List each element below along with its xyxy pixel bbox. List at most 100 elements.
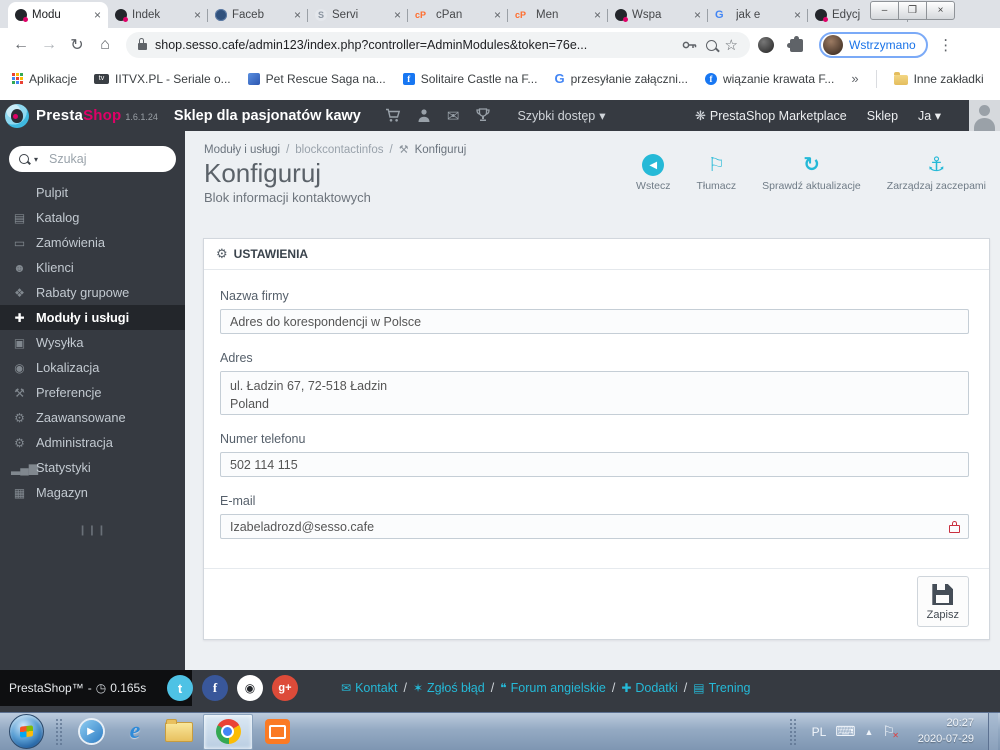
sidebar-item-zaawansowane[interactable]: ⚙ Zaawansowane	[0, 405, 185, 430]
action-center-flag-icon[interactable]: ⚐	[882, 723, 898, 740]
password-key-icon[interactable]	[682, 38, 698, 52]
sidebar-item-statystyki[interactable]: ▂▄▆ Statystyki	[0, 455, 185, 480]
company-name-input[interactable]	[220, 309, 969, 334]
sidebar-item-lokalizacja[interactable]: ◉ Lokalizacja	[0, 355, 185, 380]
back-icon[interactable]: ←	[8, 36, 34, 54]
tab-google-search[interactable]: jak e ×	[708, 2, 808, 28]
tab-close-icon[interactable]: ×	[94, 9, 101, 21]
bookmark-attachments[interactable]: G przesyłanie załączni...	[554, 71, 688, 86]
tab-wspa[interactable]: Wspa ×	[608, 2, 708, 28]
reload-icon[interactable]: ↻	[64, 35, 90, 55]
tab-close-icon[interactable]: ×	[794, 9, 801, 21]
forward-icon[interactable]: →	[36, 36, 62, 54]
sidebar-item-rabaty[interactable]: ❖ Rabaty grupowe	[0, 280, 185, 305]
bookmark-tie[interactable]: wiązanie krawata F...	[704, 72, 834, 86]
restore-button[interactable]: ❐	[898, 1, 927, 20]
breadcrumb-separator: /	[389, 143, 393, 156]
sidebar-item-administracja[interactable]: ⚙ Administracja	[0, 430, 185, 455]
tab-menu[interactable]: Men ×	[508, 2, 608, 28]
bookmark-apps[interactable]: Aplikacje	[12, 72, 77, 86]
xampp-button[interactable]	[257, 715, 297, 749]
sidebar-item-magazyn[interactable]: ▦ Magazyn	[0, 480, 185, 505]
chrome-button-active[interactable]	[203, 713, 253, 750]
tab-service[interactable]: Servi ×	[308, 2, 408, 28]
forum-link[interactable]: ❝ Forum angielskie	[500, 681, 606, 695]
marketplace-link[interactable]: ❋ PrestaShop Marketplace	[695, 108, 847, 124]
bookmarks-overflow-icon[interactable]: »	[851, 71, 858, 86]
other-bookmarks[interactable]: Inne zakładki	[893, 71, 984, 86]
minimize-button[interactable]: –	[870, 1, 899, 20]
secure-lock-icon[interactable]	[138, 38, 147, 50]
tab-facebook[interactable]: Faceb ×	[208, 2, 308, 28]
zoom-icon[interactable]	[705, 39, 717, 51]
user-menu[interactable]: Ja ▾	[918, 108, 941, 123]
translate-button[interactable]: ⚐ Tłumacz	[696, 153, 736, 193]
sidebar-item-pulpit[interactable]: Pulpit	[0, 180, 185, 205]
tab-close-icon[interactable]: ×	[294, 9, 301, 21]
manage-hooks-button[interactable]: ⚓ Zarządzaj zaczepami	[887, 153, 986, 192]
sidebar-item-zamowienia[interactable]: ▭ Zamówienia	[0, 230, 185, 255]
tab-index[interactable]: Indek ×	[108, 2, 208, 28]
tray-expand-icon[interactable]: ▲	[865, 727, 874, 737]
check-updates-button[interactable]: ↻ Sprawdź aktualizacje	[762, 153, 861, 192]
browser-menu-icon[interactable]: ⋮	[936, 36, 956, 54]
save-button[interactable]: Zapisz	[916, 576, 969, 627]
bookmark-pet-rescue[interactable]: Pet Rescue Saga na...	[247, 72, 386, 86]
tab-close-icon[interactable]: ×	[394, 9, 401, 21]
user-avatar[interactable]	[969, 100, 1000, 131]
breadcrumb-modules[interactable]: Moduły i usługi	[204, 144, 280, 156]
facebook-icon[interactable]: f	[202, 675, 228, 701]
email-input[interactable]	[220, 514, 969, 539]
sidebar-item-preferencje[interactable]: ⚒ Preferencje	[0, 380, 185, 405]
report-bug-link[interactable]: ✶ Zgłoś błąd	[413, 681, 485, 695]
tab-close-icon[interactable]: ×	[494, 9, 501, 21]
bookmark-iitvx[interactable]: IITVX.PL - Seriale o...	[94, 72, 231, 86]
google-plus-icon[interactable]: g+	[272, 675, 298, 701]
language-indicator[interactable]: PL	[812, 725, 827, 739]
sidebar-collapse-handle[interactable]: ❙❙❙	[78, 525, 106, 536]
internet-explorer-button[interactable]: e	[115, 715, 155, 749]
clock[interactable]: 20:27 2020-07-29	[904, 716, 974, 747]
extensions-puzzle-icon[interactable]	[787, 35, 803, 52]
addons-link[interactable]: ✚ Dodatki	[621, 681, 677, 695]
tab-modules[interactable]: Modu ×	[8, 2, 108, 28]
back-button[interactable]: ◀ Wstecz	[636, 153, 670, 192]
close-button[interactable]: ×	[926, 1, 955, 20]
url-text[interactable]: shop.sesso.cafe/admin123/index.php?contr…	[155, 38, 674, 52]
home-icon[interactable]: ⌂	[92, 36, 118, 54]
bookmark-star-icon[interactable]: ☆	[725, 36, 738, 54]
contact-link[interactable]: ✉ Kontakt	[341, 681, 397, 695]
address-textarea[interactable]: ul. Ładzin 67, 72-518 Ładzin Poland	[220, 371, 969, 415]
cart-icon[interactable]	[385, 108, 401, 123]
start-button[interactable]	[9, 714, 44, 749]
tab-close-icon[interactable]: ×	[194, 9, 201, 21]
profile-chip[interactable]: Wstrzymano	[819, 32, 928, 58]
sidebar-item-wysylka[interactable]: ▣ Wysyłka	[0, 330, 185, 355]
sidebar-item-klienci[interactable]: ☻ Klienci	[0, 255, 185, 280]
sidebar-search[interactable]: ▾	[9, 146, 176, 172]
sidebar-item-moduly[interactable]: ✚ Moduły i usługi	[0, 305, 185, 330]
trophy-icon[interactable]	[475, 108, 491, 123]
tab-cpanel[interactable]: cPan ×	[408, 2, 508, 28]
twitter-icon[interactable]: t	[167, 675, 193, 701]
media-player-button[interactable]: ▶	[71, 715, 111, 749]
bookmark-solitaire[interactable]: Solitaire Castle na F...	[402, 72, 537, 86]
quick-access-dropdown[interactable]: Szybki dostęp ▾	[517, 108, 605, 124]
customer-icon[interactable]	[417, 108, 431, 123]
shop-name-link[interactable]: Sklep dla pasjonatów kawy	[174, 108, 361, 124]
keyboard-icon[interactable]: ⌨	[835, 723, 855, 740]
tab-close-icon[interactable]: ×	[694, 9, 701, 21]
shop-front-link[interactable]: Sklep	[867, 109, 898, 123]
file-explorer-button[interactable]	[159, 715, 199, 749]
show-desktop-button[interactable]	[988, 712, 998, 750]
tab-close-icon[interactable]: ×	[594, 9, 601, 21]
extension-icon[interactable]	[758, 37, 774, 53]
messages-icon[interactable]: ✉	[447, 107, 460, 125]
sidebar-item-katalog[interactable]: ▤ Katalog	[0, 205, 185, 230]
phone-input[interactable]	[220, 452, 969, 477]
address-bar[interactable]: shop.sesso.cafe/admin123/index.php?contr…	[126, 32, 750, 58]
github-icon[interactable]: ◉	[237, 675, 263, 701]
search-input[interactable]	[47, 151, 166, 167]
training-link[interactable]: ▤ Trening	[693, 681, 750, 695]
caret-down-icon[interactable]: ▾	[34, 155, 38, 164]
